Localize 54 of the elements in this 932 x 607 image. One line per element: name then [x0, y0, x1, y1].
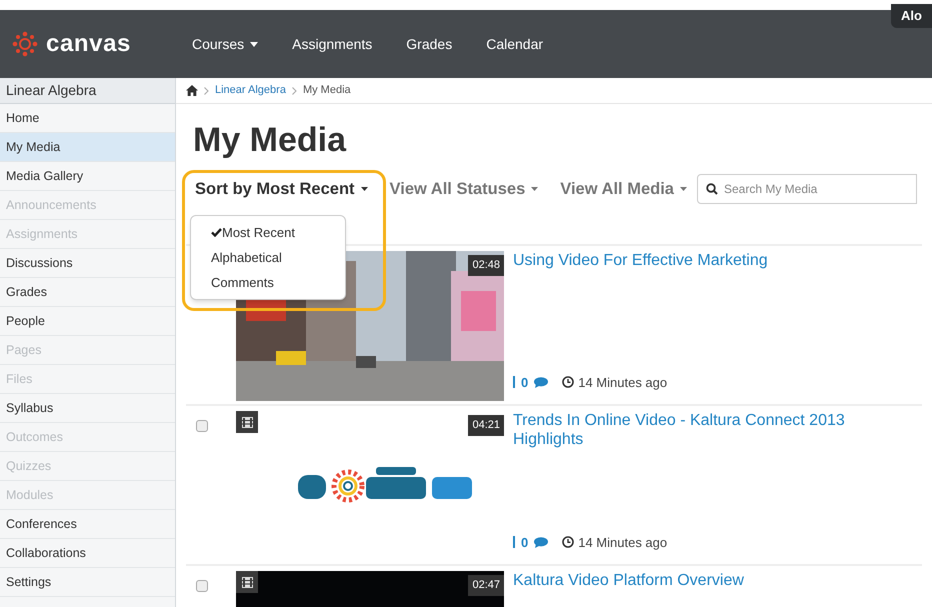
upload-time: 14 Minutes ago [578, 374, 668, 392]
sidebar-item[interactable]: Media Gallery [0, 162, 175, 191]
menu-item[interactable]: Most Recent [191, 220, 345, 245]
breadcrumb-current: My Media [302, 83, 351, 98]
checkbox[interactable] [196, 580, 208, 592]
nav-link[interactable]: Grades [406, 34, 452, 54]
media-title-link[interactable]: Using Video For Effective Marketing [513, 251, 922, 270]
comment-count[interactable]: 0 [513, 372, 548, 392]
nav-link[interactable]: Courses [192, 34, 258, 54]
filter-dropdown[interactable]: View All Media [560, 176, 687, 202]
speech-bubble-icon [534, 376, 548, 388]
menu-item[interactable]: Comments [191, 270, 345, 295]
upload-time: 14 Minutes ago [578, 534, 668, 552]
clock-icon [562, 376, 574, 388]
chevron-icon [292, 86, 297, 94]
caret-icon [531, 187, 538, 191]
checkbox[interactable] [196, 420, 208, 432]
sidebar-item[interactable]: Grades [0, 278, 175, 307]
duration-badge: 02:47 [468, 575, 504, 596]
sidebar-item[interactable]: Conferences [0, 510, 175, 539]
breadcrumb-link[interactable]: Linear Algebra [215, 82, 286, 99]
filter-dropdown[interactable]: View All Statuses [390, 176, 538, 202]
film-icon [236, 411, 258, 433]
search-field[interactable]: Search My Media [696, 174, 917, 204]
sidebar-item[interactable]: Discussions [0, 249, 175, 278]
search-icon [706, 183, 718, 195]
caret-icon [250, 42, 258, 46]
sidebar-item[interactable]: People [0, 307, 175, 336]
sidebar-item[interactable]: Settings [0, 568, 175, 597]
comment-count[interactable]: 0 [513, 532, 548, 552]
page-title: My Media [192, 120, 348, 160]
filter-dropdown[interactable]: Sort by Most Recent [195, 176, 368, 202]
sidebar-item[interactable]: Syllabus [0, 394, 175, 423]
media-title-link[interactable]: Trends In Online Video - Kaltura Connect 2013 Highlights [513, 411, 922, 449]
logo-icon [12, 31, 38, 57]
nav-link[interactable]: Assignments [292, 34, 372, 54]
sidebar-item[interactable]: Collaborations [0, 539, 175, 568]
course-title: Linear Algebra [0, 78, 175, 104]
duration-badge: 02:48 [468, 255, 504, 276]
caret-icon [680, 187, 687, 191]
home-icon[interactable] [186, 85, 198, 96]
film-icon [236, 571, 258, 593]
duration-badge: 04:21 [468, 415, 504, 436]
clock-icon [562, 536, 574, 548]
menu-item[interactable]: Alphabetical [191, 245, 345, 270]
media-title-link[interactable]: Kaltura Video Platform Overview [513, 571, 922, 590]
user-button[interactable]: Alo [891, 4, 932, 28]
chevron-icon [204, 86, 209, 94]
check-icon [211, 228, 222, 237]
nav-link[interactable]: Calendar [486, 34, 544, 54]
sidebar-item[interactable]: My Media [0, 133, 175, 162]
speech-bubble-icon [534, 536, 548, 548]
logo-text[interactable]: canvas [46, 26, 131, 62]
caret-icon [360, 187, 368, 191]
